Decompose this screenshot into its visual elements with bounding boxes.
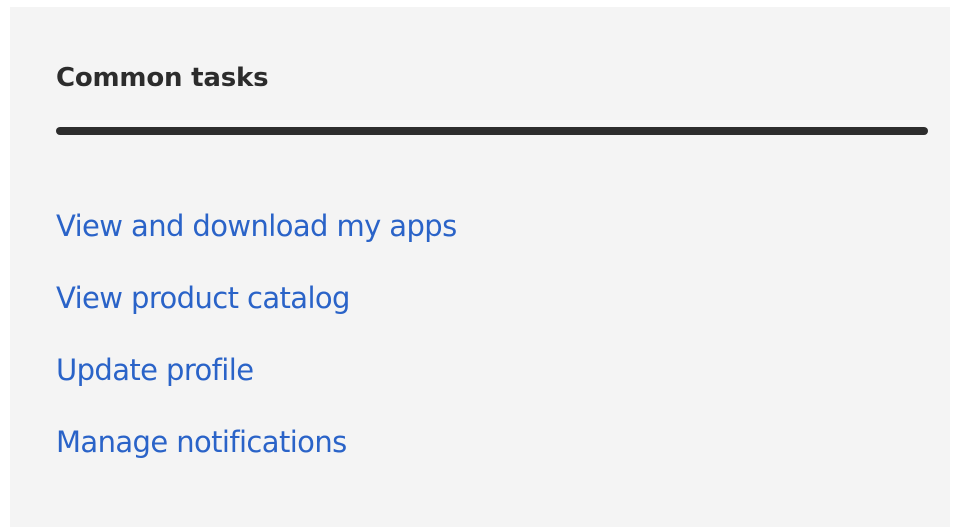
list-item: Manage notifications xyxy=(56,422,457,494)
manage-notifications-link[interactable]: Manage notifications xyxy=(56,422,347,462)
view-product-catalog-link[interactable]: View product catalog xyxy=(56,278,350,318)
list-item: View product catalog xyxy=(56,278,457,350)
update-profile-link[interactable]: Update profile xyxy=(56,350,254,390)
list-item: View and download my apps xyxy=(56,206,457,278)
heading-divider xyxy=(56,127,928,135)
list-item: Update profile xyxy=(56,350,457,422)
common-tasks-heading: Common tasks xyxy=(56,63,269,93)
common-tasks-list: View and download my apps View product c… xyxy=(56,206,457,494)
view-and-download-apps-link[interactable]: View and download my apps xyxy=(56,206,457,246)
common-tasks-panel: Common tasks View and download my apps V… xyxy=(10,7,950,527)
